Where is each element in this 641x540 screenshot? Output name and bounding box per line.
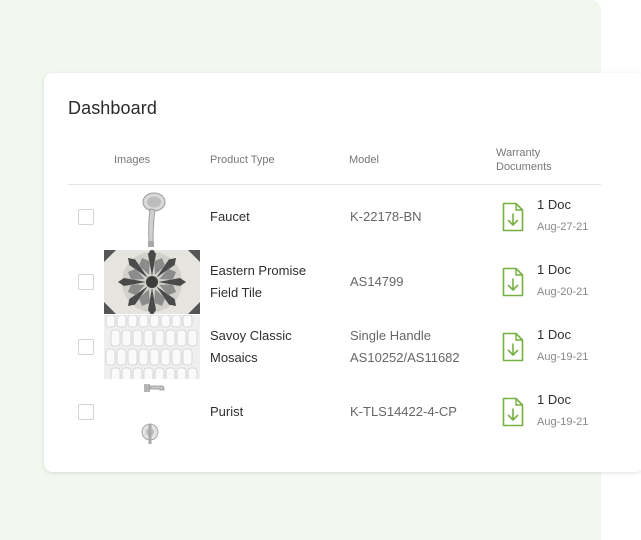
tub-spout-image — [104, 380, 200, 444]
row-checkbox[interactable] — [78, 209, 94, 225]
table-row[interactable]: Eastern Promise Field Tile AS14799 1 Doc… — [44, 250, 601, 315]
patterned-tile-image — [104, 250, 200, 314]
model-number: AS14799 — [350, 274, 404, 289]
column-header-images: Images — [114, 154, 151, 166]
document-download-icon[interactable] — [502, 267, 524, 297]
column-header-model: Model — [349, 154, 379, 166]
table-row[interactable]: Faucet K-22178-BN 1 Doc Aug-27-21 — [44, 185, 601, 250]
document-date: Aug-19-21 — [537, 351, 589, 363]
document-download-icon[interactable] — [502, 332, 524, 362]
dashboard-card: Dashboard Images Product Type Model Warr… — [44, 73, 641, 472]
model-number: K-22178-BN — [350, 209, 422, 224]
page-title: Dashboard — [68, 98, 157, 118]
product-type: Faucet — [210, 209, 250, 224]
product-type: Eastern Promise Field Tile — [210, 263, 307, 300]
row-checkbox[interactable] — [78, 404, 94, 420]
document-count[interactable]: 1 Doc — [537, 262, 571, 277]
column-header-warranty-documents: Warranty Documents — [496, 147, 552, 173]
table-row[interactable]: Savoy Classic Mosaics Single Handle AS10… — [44, 315, 601, 380]
mosaic-tile-image — [104, 315, 200, 379]
document-count[interactable]: 1 Doc — [537, 197, 571, 212]
document-count[interactable]: 1 Doc — [537, 392, 571, 407]
document-download-icon[interactable] — [502, 202, 524, 232]
row-checkbox[interactable] — [78, 274, 94, 290]
model-number: Single Handle AS10252/AS11682 — [350, 328, 460, 365]
document-date: Aug-20-21 — [537, 286, 589, 298]
table-row[interactable]: Purist K-TLS14422-4-CP 1 Doc Aug-19-21 — [44, 380, 601, 445]
document-date: Aug-27-21 — [537, 221, 589, 233]
model-number: K-TLS14422-4-CP — [350, 404, 457, 419]
row-checkbox[interactable] — [78, 339, 94, 355]
product-type: Savoy Classic Mosaics — [210, 328, 292, 365]
document-download-icon[interactable] — [502, 397, 524, 427]
shower-head-image — [104, 185, 200, 249]
document-count[interactable]: 1 Doc — [537, 327, 571, 342]
document-date: Aug-19-21 — [537, 416, 589, 428]
column-header-product-type: Product Type — [210, 154, 275, 166]
product-type: Purist — [210, 404, 244, 419]
